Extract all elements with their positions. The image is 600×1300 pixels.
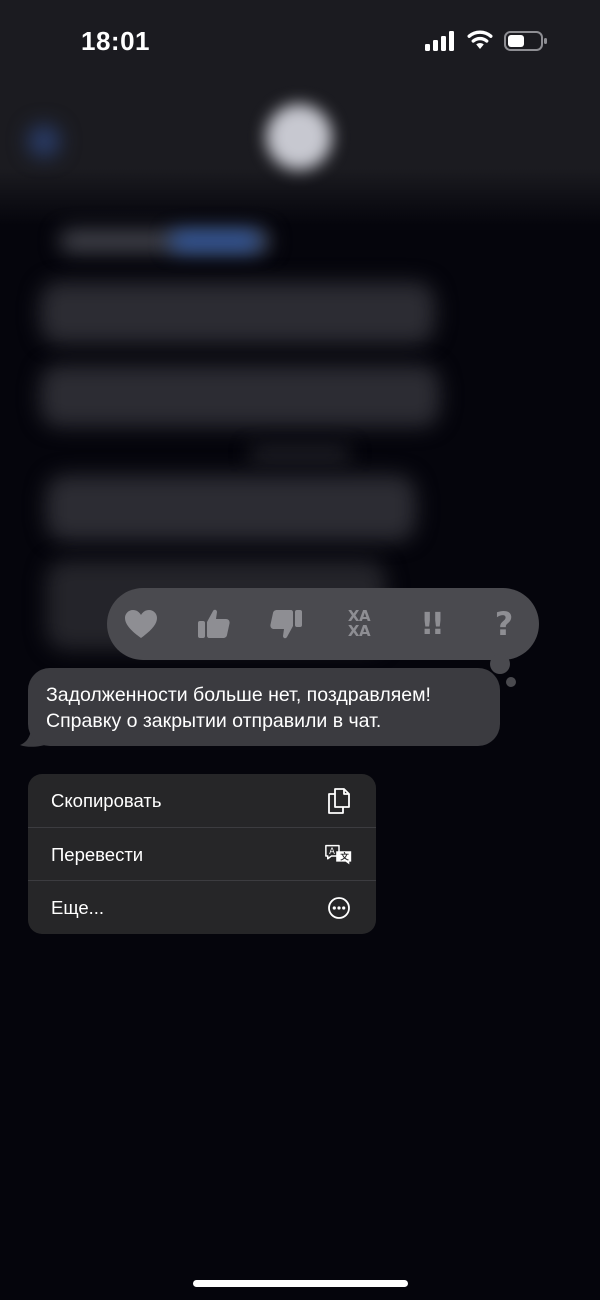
battery-icon [504, 31, 547, 51]
reaction-haha-button[interactable]: ХА ХА [339, 604, 379, 644]
home-indicator[interactable] [193, 1280, 408, 1287]
blurred-avatar [266, 104, 332, 170]
menu-item-label: Перевести [51, 844, 144, 865]
blurred-message [40, 365, 440, 427]
reaction-bar-tail [490, 654, 510, 674]
menu-item-more[interactable]: Еще... [28, 881, 376, 934]
context-menu: Скопировать Перевести A 文 Еще... [28, 774, 376, 934]
reaction-thumbs-up-button[interactable] [194, 604, 234, 644]
translate-icon: A 文 [324, 841, 354, 869]
message-line: Справку о закрытии отправили в чат. [46, 710, 382, 732]
reaction-heart-button[interactable] [121, 604, 161, 644]
cellular-signal-icon [425, 31, 454, 51]
heart-icon [125, 610, 157, 638]
more-icon [324, 894, 354, 922]
haha-icon: ХА ХА [347, 609, 371, 640]
question-icon: ? [494, 605, 514, 643]
menu-item-translate[interactable]: Перевести A 文 [28, 828, 376, 881]
message-text: Задолженности больше нет, поздравляем! С… [46, 682, 496, 734]
double-exclamation-icon: !! [420, 606, 444, 642]
copy-icon [324, 787, 354, 815]
reaction-thumbs-down-button[interactable] [266, 604, 306, 644]
blurred-message [46, 475, 416, 541]
status-bar: 18:01 [0, 0, 600, 80]
blurred-timestamp [250, 448, 350, 460]
blurred-back-button [28, 125, 60, 157]
reaction-question-button[interactable]: ? [484, 604, 524, 644]
menu-item-copy[interactable]: Скопировать [28, 774, 376, 827]
reaction-bar: ХА ХА !! ? [107, 588, 539, 660]
reaction-bar-tail [506, 677, 516, 687]
thumbs-up-icon [198, 609, 230, 638]
message-line: Задолженности больше нет, поздравляем! [46, 684, 431, 706]
status-time: 18:01 [81, 26, 150, 56]
menu-item-label: Еще... [51, 897, 105, 918]
svg-text:文: 文 [340, 852, 349, 862]
menu-item-label: Скопировать [51, 790, 162, 811]
blurred-message [40, 282, 435, 344]
thumbs-down-icon [270, 610, 302, 639]
svg-text:A: A [329, 846, 335, 856]
wifi-icon [467, 30, 493, 49]
haha-bottom-text: ХА [347, 622, 371, 640]
blurred-link [170, 232, 260, 250]
reaction-exclamation-button[interactable]: !! [411, 604, 451, 644]
